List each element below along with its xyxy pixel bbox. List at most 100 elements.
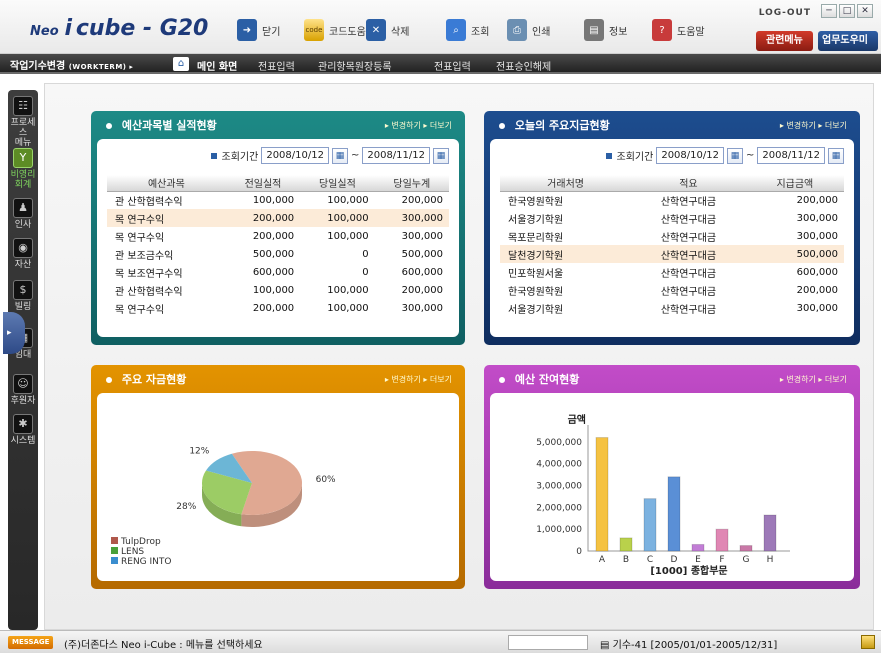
sidebar-item-label: 프로세스 메뉴 (10, 118, 36, 148)
bar[interactable] (667, 476, 681, 552)
status-bar: MESSAGE (주)더존다스 Neo i-Cube : 메뉴를 선택하세요 ▤… (0, 630, 881, 653)
sidebar-item[interactable]: ✱ 시스템 (8, 414, 38, 446)
menu-voucher-approval-cancel[interactable]: 전표승인해제 (496, 58, 551, 73)
tilde: ~ (745, 150, 755, 161)
table-row[interactable]: 목 연구수익 200,000 100,000 300,000 (107, 227, 449, 245)
status-tray-icon[interactable] (861, 635, 875, 649)
calendar-icon[interactable]: ▦ (828, 147, 844, 164)
column-header[interactable]: 적요 (631, 175, 746, 192)
budget-table: 예산과목 전일실적 당일실적 당일누계 관 산학협력수익 100,000 100,000 20… (107, 175, 449, 317)
table-cell: 관 산학협력수익 (115, 286, 183, 298)
table-cell: 목 연구수익 (115, 232, 165, 244)
logout-button[interactable]: LOG-OUT (759, 8, 811, 18)
sidebar-item[interactable]: ☷ 프로세스 메뉴 (8, 96, 38, 148)
sidebar-item[interactable]: ☺ 후원자 (8, 374, 38, 406)
pie-label: 28% (176, 502, 196, 512)
table-row[interactable]: 목 연구수익 200,000 100,000 300,000 (107, 299, 449, 317)
column-header[interactable]: 전일실적 (225, 175, 301, 192)
menu-voucher-entry[interactable]: 전표입력 (258, 58, 295, 73)
sponsor-icon: ☺ (13, 374, 33, 394)
sidebar-toggle-handle[interactable]: ▸ (3, 312, 25, 354)
sidebar-item[interactable]: Y 비영리 회계 (8, 148, 38, 190)
print-button[interactable]: ⎙ 인쇄 (507, 16, 550, 44)
search-button[interactable]: ⌕ 조회 (446, 16, 489, 44)
app-logo: Neo i cube - G20 (30, 16, 208, 41)
status-input[interactable] (508, 635, 588, 650)
panel-header: 오늘의 주요지급현황 ▸ 변경하기 ▸ 더보기 (489, 116, 855, 136)
date-to-input[interactable]: 2008/11/12 (362, 147, 430, 164)
table-row[interactable]: 한국영원학원 산학연구대금 200,000 (500, 191, 844, 209)
date-from-input[interactable]: 2008/10/12 (656, 147, 724, 164)
menu-main-screen[interactable]: 메인 화면 (197, 58, 237, 73)
legend-swatch (111, 537, 118, 544)
logo-i: i (64, 16, 73, 41)
sidebar-item[interactable]: ◉ 자산 (8, 238, 38, 270)
home-icon[interactable]: ⌂ (173, 57, 189, 71)
logo-prefix: Neo (30, 24, 59, 39)
calendar-icon[interactable]: ▦ (433, 147, 449, 164)
sidebar-item[interactable]: ♟ 인사 (8, 198, 38, 230)
column-header[interactable]: 예산과목 (107, 175, 226, 192)
trash-icon: ✕ (366, 19, 386, 41)
toolbar-label: 닫기 (262, 26, 281, 38)
table-row[interactable]: 목 보조연구수익 600,000 0 600,000 (107, 263, 449, 281)
hr-icon: ♟ (13, 198, 33, 218)
info-button[interactable]: ▤ 정보 (584, 16, 627, 44)
bullet-icon (106, 123, 112, 129)
table-row[interactable]: 한국영원학원 산학연구대금 200,000 (500, 281, 844, 299)
menu-ledger-registration[interactable]: 관리항목원장등록 (318, 58, 392, 73)
close-window-button[interactable]: ✕ (857, 4, 873, 18)
minimize-button[interactable]: ─ (821, 4, 837, 18)
bar[interactable] (715, 528, 729, 552)
related-menu-button[interactable]: 관련메뉴 (756, 31, 813, 51)
calendar-icon[interactable]: ▦ (331, 147, 348, 164)
bar[interactable] (691, 543, 705, 552)
delete-button[interactable]: ✕ 삭제 (366, 16, 409, 44)
panel-links[interactable]: ▸ 변경하기 ▸ 더보기 (780, 370, 847, 390)
bar[interactable] (595, 437, 609, 552)
table-cell: 300,000 (374, 209, 449, 227)
bar[interactable] (619, 537, 633, 552)
table-cell: 서울경기학원 (508, 304, 564, 316)
table-cell: 200,000 (796, 284, 838, 296)
help-button[interactable]: ? 도움말 (652, 16, 705, 44)
column-header[interactable]: 당일누계 (374, 175, 449, 192)
window-controls: ─ □ ✕ (821, 4, 873, 18)
bar[interactable] (763, 514, 777, 552)
date-to-input[interactable]: 2008/11/12 (757, 147, 825, 164)
close-button[interactable]: ➜ 닫기 (237, 16, 280, 44)
table-row[interactable]: 서울경기학원 산학연구대금 300,000 (500, 299, 844, 317)
panel-header: 주요 자금현황 ▸ 변경하기 ▸ 더보기 (96, 370, 460, 390)
table-row[interactable]: 목 연구수익 200,000 100,000 300,000 (107, 209, 449, 227)
sidebar-item[interactable]: $ 빌링 (8, 280, 38, 312)
panel-links[interactable]: ▸ 변경하기 ▸ 더보기 (780, 116, 847, 136)
legend-swatch (111, 557, 118, 564)
calendar-icon[interactable]: ▦ (726, 147, 743, 164)
bar[interactable] (739, 545, 753, 552)
panel-links[interactable]: ▸ 변경하기 ▸ 더보기 (385, 370, 452, 390)
bar[interactable] (643, 498, 657, 552)
column-header[interactable]: 당일실적 (300, 175, 375, 192)
code-help-button[interactable]: code 코드도움 (304, 16, 366, 44)
panel-links[interactable]: ▸ 변경하기 ▸ 더보기 (385, 116, 452, 136)
table-row[interactable]: 민포학원서울 산학연구대금 600,000 (500, 263, 844, 281)
column-header[interactable]: 지급금액 (745, 175, 844, 192)
funds-panel: 주요 자금현황 ▸ 변경하기 ▸ 더보기 60% 28% 12% TulpDrop L… (91, 365, 465, 589)
table-cell: 300,000 (796, 230, 838, 242)
table-row[interactable]: 서울경기학원 산학연구대금 300,000 (500, 209, 844, 227)
table-row[interactable]: 관 산학협력수익 100,000 100,000 200,000 (107, 281, 449, 299)
table-row[interactable]: 달천경기학원 산학연구대금 500,000 (500, 245, 844, 263)
table-row[interactable]: 관 산학협력수익 100,000 100,000 200,000 (107, 191, 449, 209)
column-header[interactable]: 거래처명 (500, 175, 632, 192)
work-helper-button[interactable]: 업무도우미 (818, 31, 878, 51)
table-row[interactable]: 목포문리학원 산학연구대금 300,000 (500, 227, 844, 245)
table-cell: 100,000 (327, 284, 369, 296)
workterm-change[interactable]: 작업기수변경 (WORKTERM) ▸ (10, 57, 133, 72)
billing-icon: $ (13, 280, 33, 300)
table-row[interactable]: 관 보조금수익 500,000 0 500,000 (107, 245, 449, 263)
menu-voucher-entry-2[interactable]: 전표입력 (434, 58, 471, 73)
table-cell: 100,000 (252, 284, 295, 296)
table-cell: 100,000 (327, 194, 369, 206)
date-from-input[interactable]: 2008/10/12 (261, 147, 329, 164)
maximize-button[interactable]: □ (839, 4, 855, 18)
